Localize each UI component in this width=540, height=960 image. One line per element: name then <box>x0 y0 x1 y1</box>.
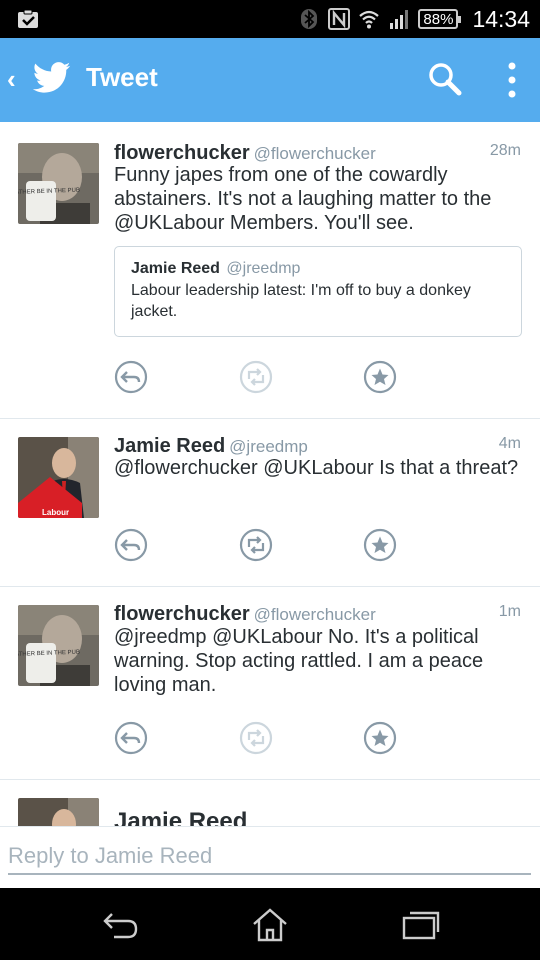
author-handle: @flowerchucker <box>253 144 376 163</box>
author-name: Jamie Reed <box>114 808 248 826</box>
tweet-author[interactable]: flowerchucker @flowerchucker <box>114 603 376 626</box>
tweet-conversation[interactable]: I'D RATHER BE IN THE PUB flowerchucker@f… <box>0 122 540 826</box>
home-icon[interactable] <box>250 906 290 942</box>
system-nav-bar <box>0 888 540 960</box>
tweet-timestamp: 4m <box>498 435 521 452</box>
battery-indicator: 88% <box>418 9 462 29</box>
avatar[interactable]: I'D RATHER BE IN THE PUB <box>18 143 99 224</box>
back-icon[interactable] <box>100 906 140 942</box>
reply-icon[interactable] <box>114 721 148 755</box>
status-bar: 88% 14:34 <box>0 0 540 38</box>
tweet-item[interactable]: I'D RATHER BE IN THE PUB flowerchucker@f… <box>0 587 540 780</box>
signal-icon <box>390 10 409 29</box>
quoted-author-name: Jamie Reed <box>131 260 220 277</box>
battery-level: 88% <box>423 10 454 28</box>
tweet-text: Funny japes from one of the cowardly abs… <box>114 164 492 234</box>
author-name: Jamie Reed <box>114 435 226 457</box>
tweet-item[interactable]: I'D RATHER BE IN THE PUB flowerchucker@f… <box>0 122 540 419</box>
twitter-bird-icon[interactable] <box>33 62 71 94</box>
avatar-jamie-reed-image <box>18 798 99 826</box>
retweet-icon[interactable] <box>239 721 273 755</box>
reply-bar <box>0 826 540 888</box>
avatar[interactable]: Labour <box>18 437 99 518</box>
reply-input[interactable] <box>8 839 531 875</box>
wifi-icon <box>359 10 380 29</box>
tweet-text: @flowerchucker @UKLabour Is that a threa… <box>114 457 519 479</box>
nfc-icon <box>328 8 351 30</box>
author-handle: @flowerchucker <box>253 605 376 624</box>
tweet-actions <box>114 360 414 394</box>
recent-apps-icon[interactable] <box>400 906 440 942</box>
tweet-author[interactable]: Jamie Reed <box>114 808 247 826</box>
reply-icon[interactable] <box>114 360 148 394</box>
bluetooth-icon <box>301 9 318 29</box>
tweet-actions <box>114 528 414 562</box>
retweet-icon[interactable] <box>239 528 273 562</box>
favorite-star-icon[interactable] <box>363 528 397 562</box>
author-name: flowerchucker <box>114 603 250 625</box>
author-name: flowerchucker <box>114 142 250 164</box>
avatar[interactable]: I'D RATHER BE IN THE PUB <box>18 605 99 686</box>
tweet-timestamp: 1m <box>498 603 521 620</box>
tweet-actions <box>114 721 414 755</box>
reply-icon[interactable] <box>114 528 148 562</box>
search-icon[interactable] <box>428 62 462 96</box>
tweet-item[interactable]: Labour Jamie Reed @jreedmp 4m @flowerchuc… <box>0 419 540 587</box>
labour-sign-text: Labour <box>42 508 69 517</box>
author-handle: @jreedmp <box>229 437 308 456</box>
tweet-author[interactable]: Jamie Reed @jreedmp <box>114 435 308 458</box>
favorite-star-icon[interactable] <box>363 721 397 755</box>
retweet-icon[interactable] <box>239 360 273 394</box>
favorite-star-icon[interactable] <box>363 360 397 394</box>
tweet-text: @jreedmp @UKLabour No. It's a political … <box>114 626 484 696</box>
quoted-text: Labour leadership latest: I'm off to buy… <box>131 282 471 320</box>
tweet-author[interactable]: flowerchucker @flowerchucker <box>114 142 376 165</box>
avatar-flowerchucker-image: I'D RATHER BE IN THE PUB <box>18 143 99 224</box>
clipboard-check-icon <box>18 9 38 28</box>
quoted-author: Jamie Reed @jreedmp <box>131 260 505 278</box>
overflow-menu-icon[interactable] <box>500 60 524 100</box>
app-bar: ‹ Tweet <box>0 38 540 122</box>
quoted-author-handle: @jreedmp <box>226 260 301 277</box>
tweet-item[interactable]: Jamie Reed <box>0 780 540 826</box>
avatar-jamie-reed-image: Labour <box>18 437 99 518</box>
tweet-timestamp: 28m <box>489 142 521 159</box>
page-title: Tweet <box>86 62 158 92</box>
avatar[interactable] <box>18 798 99 826</box>
avatar-flowerchucker-image: I'D RATHER BE IN THE PUB <box>18 605 99 686</box>
status-clock: 14:34 <box>472 5 530 32</box>
chevron-left-icon[interactable]: ‹ <box>7 64 16 95</box>
quoted-tweet[interactable]: Jamie Reed @jreedmp Labour leadership la… <box>114 246 522 337</box>
